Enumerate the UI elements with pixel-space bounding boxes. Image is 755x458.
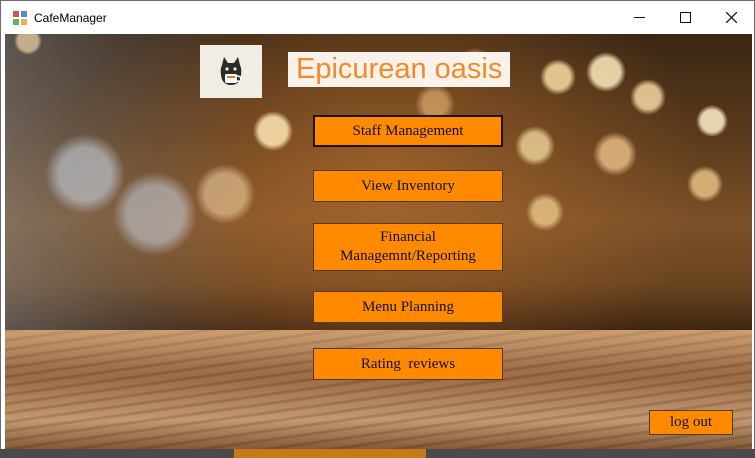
- financial-reporting-button[interactable]: Financial Managemnt/Reporting: [313, 223, 503, 271]
- view-inventory-label: View Inventory: [361, 177, 455, 194]
- minimize-icon[interactable]: [616, 1, 662, 34]
- close-icon[interactable]: [708, 1, 754, 34]
- financial-label-line1: Financial: [380, 229, 436, 245]
- rating-reviews-label: Rating reviews: [360, 355, 456, 372]
- financial-label-line2: Managemnt/Reporting: [340, 248, 476, 264]
- staff-management-button[interactable]: Staff Management: [313, 115, 503, 147]
- main-panel: Epicurean oasis Staff Management View In…: [5, 34, 752, 450]
- view-inventory-button[interactable]: View Inventory: [313, 170, 503, 202]
- maximize-icon[interactable]: [662, 1, 708, 34]
- app-title: Epicurean oasis: [288, 52, 511, 87]
- title-bar[interactable]: CafeManager: [1, 1, 754, 34]
- menu-planning-button[interactable]: Menu Planning: [313, 291, 503, 323]
- taskbar-strip: [0, 449, 755, 458]
- menu-planning-label: Menu Planning: [361, 298, 455, 315]
- rating-reviews-button[interactable]: Rating reviews: [313, 348, 503, 380]
- logout-button[interactable]: log out: [649, 410, 733, 435]
- app-icon: [13, 10, 27, 25]
- staff-management-label: Staff Management: [352, 122, 464, 139]
- cat-with-cup-icon: [200, 45, 262, 98]
- app-window: CafeManager Epicurean oasis Staff Manage…: [0, 0, 755, 458]
- window-controls: [616, 1, 754, 34]
- window-title: CafeManager: [34, 10, 107, 25]
- taskbar-active-item[interactable]: [234, 449, 426, 458]
- logout-label: log out: [669, 414, 713, 430]
